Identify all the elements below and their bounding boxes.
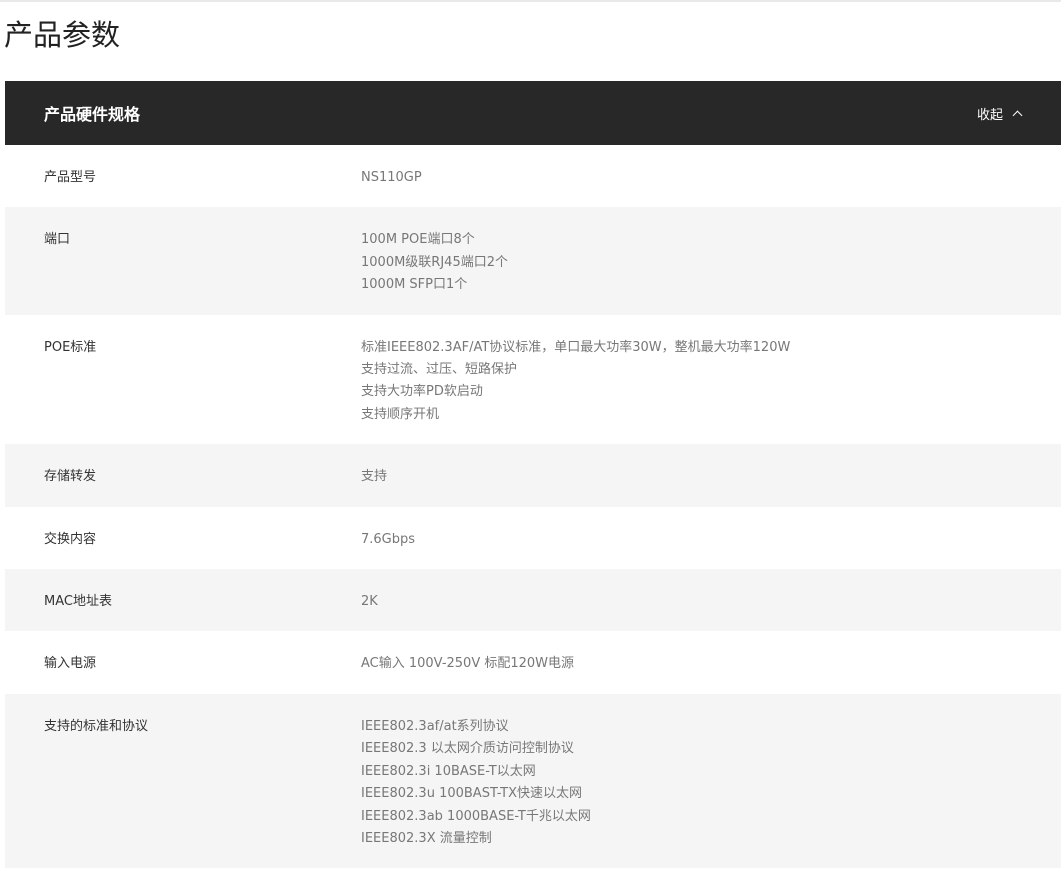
spec-row: POE标准 标准IEEE802.3AF/AT协议标准，单口最大功率30W，整机最大… bbox=[5, 315, 1061, 445]
spec-row-value-line: IEEE802.3u 100BAST-TX快速以太网 bbox=[361, 786, 583, 802]
spec-row-value-line: 标准IEEE802.3AF/AT协议标准，单口最大功率30W，整机最大功率120… bbox=[361, 339, 791, 355]
spec-row-values: 2K bbox=[361, 591, 1061, 613]
spec-row-label: 交换内容 bbox=[44, 531, 97, 547]
collapse-toggle-button[interactable]: 收起 bbox=[976, 104, 1023, 123]
spec-row-values: 支持 bbox=[361, 466, 1061, 488]
spec-row: 存储转发 支持 bbox=[5, 444, 1061, 507]
spec-row-value-line: IEEE802.3i 10BASE-T以太网 bbox=[361, 763, 536, 779]
spec-row-label: POE标准 bbox=[44, 339, 97, 355]
spec-row: 端口 100M POE端口8个 1000M级联RJ45端口2个 1000M SFP口1… bbox=[5, 207, 1061, 315]
spec-row-values: 标准IEEE802.3AF/AT协议标准，单口最大功率30W，整机最大功率120… bbox=[361, 337, 1061, 427]
spec-row-values: IEEE802.3af/at系列协议 IEEE802.3 以太网介质访问控制协议 I… bbox=[361, 716, 1061, 850]
spec-row-label: 支持的标准和协议 bbox=[44, 718, 149, 734]
spec-row-value-line: IEEE802.3 以太网介质访问控制协议 bbox=[361, 741, 574, 757]
spec-row: 支持的标准和协议 IEEE802.3af/at系列协议 IEEE802.3 以太网介… bbox=[5, 693, 1061, 869]
spec-row-value-line: 2K bbox=[361, 594, 378, 610]
spec-row-value-line: 支持大功率PD软启动 bbox=[361, 384, 483, 400]
spec-panel: 产品硬件规格 收起 产品型号 NS110GP 端口 100M POE端口8个 1000M… bbox=[5, 81, 1061, 869]
spec-row-label: 端口 bbox=[44, 232, 71, 248]
spec-row-label: 产品型号 bbox=[44, 170, 97, 185]
spec-row-value-line: 1000M SFP口1个 bbox=[361, 277, 468, 293]
spec-row: 交换内容 7.6Gbps bbox=[5, 507, 1061, 569]
spec-row: MAC地址表 2K bbox=[5, 569, 1061, 632]
chevron-up-icon bbox=[1012, 110, 1023, 120]
spec-row-value-line: IEEE802.3af/at系列协议 bbox=[361, 718, 509, 734]
spec-row-values: NS110GP bbox=[361, 167, 1061, 189]
spec-row-value-line: AC输入 100V-250V 标配120W电源 bbox=[361, 656, 575, 672]
collapse-toggle-label: 收起 bbox=[976, 107, 1003, 123]
spec-row-value-line: 7.6Gbps bbox=[361, 531, 416, 547]
spec-row-value-line: NS110GP bbox=[361, 170, 422, 185]
spec-row-value-line: 100M POE端口8个 bbox=[361, 232, 475, 248]
spec-row-value-line: 支持顺序开机 bbox=[361, 406, 440, 422]
spec-row: 产品型号 NS110GP bbox=[5, 145, 1061, 207]
spec-row-value-line: 支持 bbox=[361, 469, 388, 485]
top-divider bbox=[0, 0, 1061, 2]
spec-row-values: 7.6Gbps bbox=[361, 529, 1061, 551]
spec-row-values: 100M POE端口8个 1000M级联RJ45端口2个 1000M SFP口1个 bbox=[361, 229, 1061, 296]
spec-row: 输入电源 AC输入 100V-250V 标配120W电源 bbox=[5, 631, 1061, 693]
spec-row-value-line: IEEE802.3ab 1000BASE-T千兆以太网 bbox=[361, 808, 591, 824]
spec-row-label: MAC地址表 bbox=[44, 594, 112, 610]
spec-rows: 产品型号 NS110GP 端口 100M POE端口8个 1000M级联RJ45端口2个… bbox=[5, 145, 1061, 869]
spec-row-values: AC输入 100V-250V 标配120W电源 bbox=[361, 653, 1061, 675]
spec-panel-title: 产品硬件规格 bbox=[44, 105, 141, 124]
spec-row-label: 存储转发 bbox=[44, 469, 97, 485]
page-title: 产品参数 bbox=[4, 18, 121, 52]
spec-row-label: 输入电源 bbox=[44, 656, 97, 672]
spec-row-value-line: IEEE802.3X 流量控制 bbox=[361, 830, 492, 846]
spec-row-value-line: 1000M级联RJ45端口2个 bbox=[361, 254, 508, 270]
spec-row-value-line: 支持过流、过压、短路保护 bbox=[361, 362, 518, 378]
spec-panel-header: 产品硬件规格 收起 bbox=[5, 81, 1061, 145]
